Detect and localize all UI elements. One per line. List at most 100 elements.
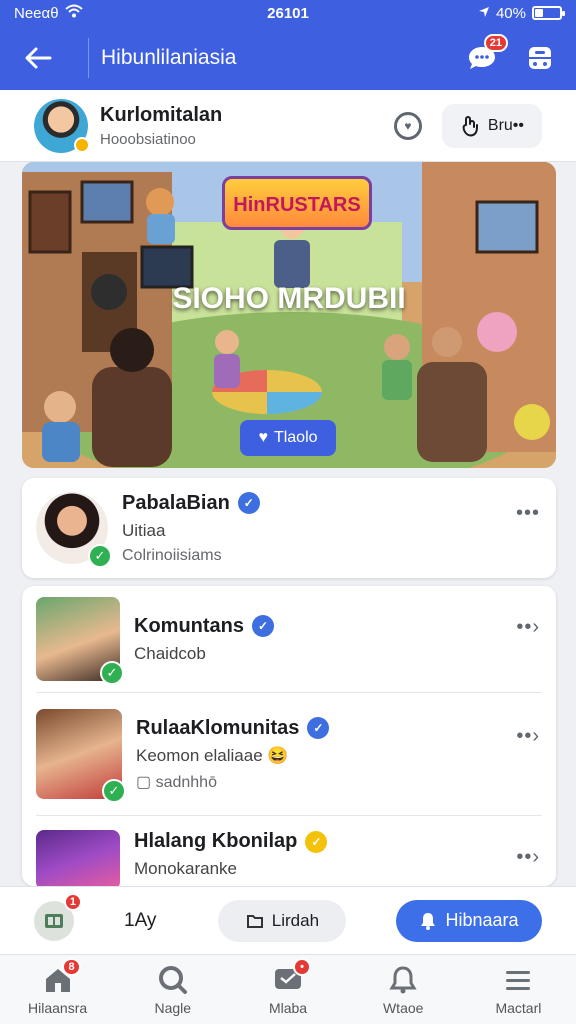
battery-percent: 40%: [495, 4, 526, 22]
status-bar: Neeαθ 26101 40%: [0, 0, 576, 26]
tab-label: Wtaoe: [382, 999, 424, 1016]
page-title: Hibunlilaniasia: [101, 46, 237, 69]
item-text: Komuntans ✓ Chaidcob: [134, 615, 274, 664]
item-text: Hlalang Kbonilap ✓ Monokaranke: [134, 830, 328, 879]
home-icon: 8: [41, 957, 81, 996]
tab-label: Nagle: [154, 999, 192, 1016]
item-line1: Chaidcob: [134, 643, 206, 663]
hero-logo: HinRUSTARS: [222, 176, 372, 230]
chevron-right-icon[interactable]: ••›: [516, 846, 540, 869]
chevron-right-icon[interactable]: ••›: [516, 616, 540, 639]
gallery-icon: [45, 913, 63, 928]
item-title: PabalaBian ✓: [122, 492, 260, 515]
item-line2: Colrinoiisiams: [122, 546, 222, 564]
item-title-label: RulaaKlomunitas: [136, 716, 300, 739]
verified-badge: [74, 136, 90, 153]
chevron-right-icon[interactable]: ••›: [516, 725, 540, 748]
tab-label: Hilaansra: [28, 999, 88, 1016]
verified-icon: ✓: [305, 830, 328, 853]
list-item[interactable]: ✓ Komuntans ✓ Chaidcob ••›: [22, 586, 556, 692]
notification-badge: 21: [483, 34, 508, 52]
tab-badge: 8: [62, 957, 81, 976]
group-button[interactable]: 1: [34, 892, 82, 941]
secondary-label: Lirdah: [271, 910, 320, 930]
bottom-action-bar: 1 1Ay Lirdah Hibnaara: [0, 886, 576, 954]
item-line1: Keomon elaliaae 😆: [136, 746, 329, 766]
group-badge: 1: [63, 892, 82, 911]
more-options-icon[interactable]: •••: [516, 502, 540, 525]
tab-notifications[interactable]: Wtaoe: [346, 955, 461, 1024]
item-title: Hlalang Kbonilap ✓: [134, 830, 328, 853]
search-icon: [156, 964, 190, 996]
hero-title: SIOHO MRDUBII: [172, 282, 406, 315]
hero-banner[interactable]: HinRUSTARS SIOHO MRDUBII ♥ Tlaolo: [22, 162, 556, 468]
emoji-icon: 😆: [267, 745, 289, 765]
thumbnail: ✓: [36, 597, 124, 685]
item-line2: ▢ sadnhhō: [136, 772, 329, 792]
tab-bar: 8 Hilaansra Nagle • Mlaba Wtaoe Mactarl: [0, 954, 576, 1024]
member-count: 1Ay: [124, 909, 157, 931]
item-text: RulaaKlomunitas ✓ Keomon elaliaae 😆 ▢ sad…: [136, 716, 330, 792]
status-right: 40%: [478, 4, 565, 22]
bell-icon: [386, 964, 420, 996]
avatar: ✓: [36, 492, 112, 568]
item-line1-label: Keomon elaliaae: [136, 745, 263, 765]
appbar-actions: 21: [464, 34, 558, 76]
avatar[interactable]: [34, 98, 90, 153]
back-button[interactable]: [18, 38, 58, 78]
tab-messages[interactable]: • Mlaba: [230, 955, 345, 1024]
item-text: PabalaBian ✓ Uitiaa Colrinoiisiams: [122, 492, 260, 565]
chat-button[interactable]: 21: [464, 34, 508, 76]
hero-cta-button[interactable]: ♥ Tlaolo: [240, 420, 336, 456]
location-icon: [478, 5, 490, 22]
tab-label: Mactarl: [495, 999, 542, 1016]
list-item[interactable]: Hlalang Kbonilap ✓ Monokaranke ••›: [22, 816, 556, 886]
list-item[interactable]: ✓ PabalaBian ✓ Uitiaa Colrinoiisiams •••: [22, 478, 556, 578]
item-title-label: PabalaBian: [122, 491, 230, 514]
file-icon: ▢: [136, 773, 152, 791]
item-line2-label: sadnhhō: [155, 773, 217, 791]
item-title: Komuntans ✓: [134, 615, 274, 638]
menu-icon: [501, 964, 535, 996]
wifi-icon: [64, 4, 83, 22]
profile-action-label: Bru••: [487, 116, 524, 134]
app-bar: Hibunlilaniasia 21: [0, 26, 576, 90]
profile-subtitle: Hooobsiatinoo: [100, 130, 196, 148]
messages-icon: •: [271, 957, 311, 996]
community-card[interactable]: ✓ PabalaBian ✓ Uitiaa Colrinoiisiams •••: [22, 478, 556, 578]
tab-home[interactable]: 8 Hilaansra: [0, 955, 115, 1024]
item-title: RulaaKlomunitas ✓: [136, 716, 330, 740]
list-item[interactable]: ✓ RulaaKlomunitas ✓ Keomon elaliaae 😆 ▢ s…: [22, 693, 556, 815]
hero-cta-label: Tlaolo: [273, 429, 318, 446]
profile-header: Kurlomitalan Hooobsiatinoo ♥ Bru••: [0, 90, 576, 162]
account-icon: [529, 47, 551, 69]
profile-info: Kurlomitalan Hooobsiatinoo: [100, 104, 222, 148]
favorite-icon[interactable]: ♥: [393, 111, 422, 140]
battery-icon: [532, 6, 565, 20]
profile-menu-button[interactable]: [522, 40, 558, 76]
tab-search[interactable]: Nagle: [115, 955, 230, 1024]
arrow-left-icon: [25, 47, 52, 69]
item-line1: Uitiaa: [122, 520, 166, 540]
carrier-label: Neeαθ: [14, 4, 59, 22]
bell-icon: [421, 912, 436, 930]
hand-icon: [462, 115, 478, 136]
primary-button[interactable]: Hibnaara: [396, 899, 542, 942]
profile-name: Kurlomitalan: [100, 103, 223, 126]
item-title-label: Komuntans: [134, 614, 244, 637]
tab-label: Mlaba: [268, 999, 308, 1016]
check-icon: ✓: [102, 779, 126, 803]
item-line1: Monokaranke: [134, 859, 238, 878]
thumbnail: ✓: [36, 709, 126, 803]
tab-badge: •: [293, 957, 311, 976]
profile-action-button[interactable]: Bru••: [441, 103, 542, 148]
tab-menu[interactable]: Mactarl: [461, 955, 576, 1024]
item-title-label: Hlalang Kbonilap: [134, 830, 298, 852]
verified-icon: ✓: [252, 615, 274, 637]
check-icon: ✓: [100, 661, 124, 685]
battery-fill: [535, 9, 544, 17]
heart-icon: ♥: [258, 429, 268, 446]
folder-icon: [246, 914, 263, 928]
secondary-button[interactable]: Lirdah: [218, 899, 347, 942]
check-icon: ✓: [88, 544, 112, 568]
